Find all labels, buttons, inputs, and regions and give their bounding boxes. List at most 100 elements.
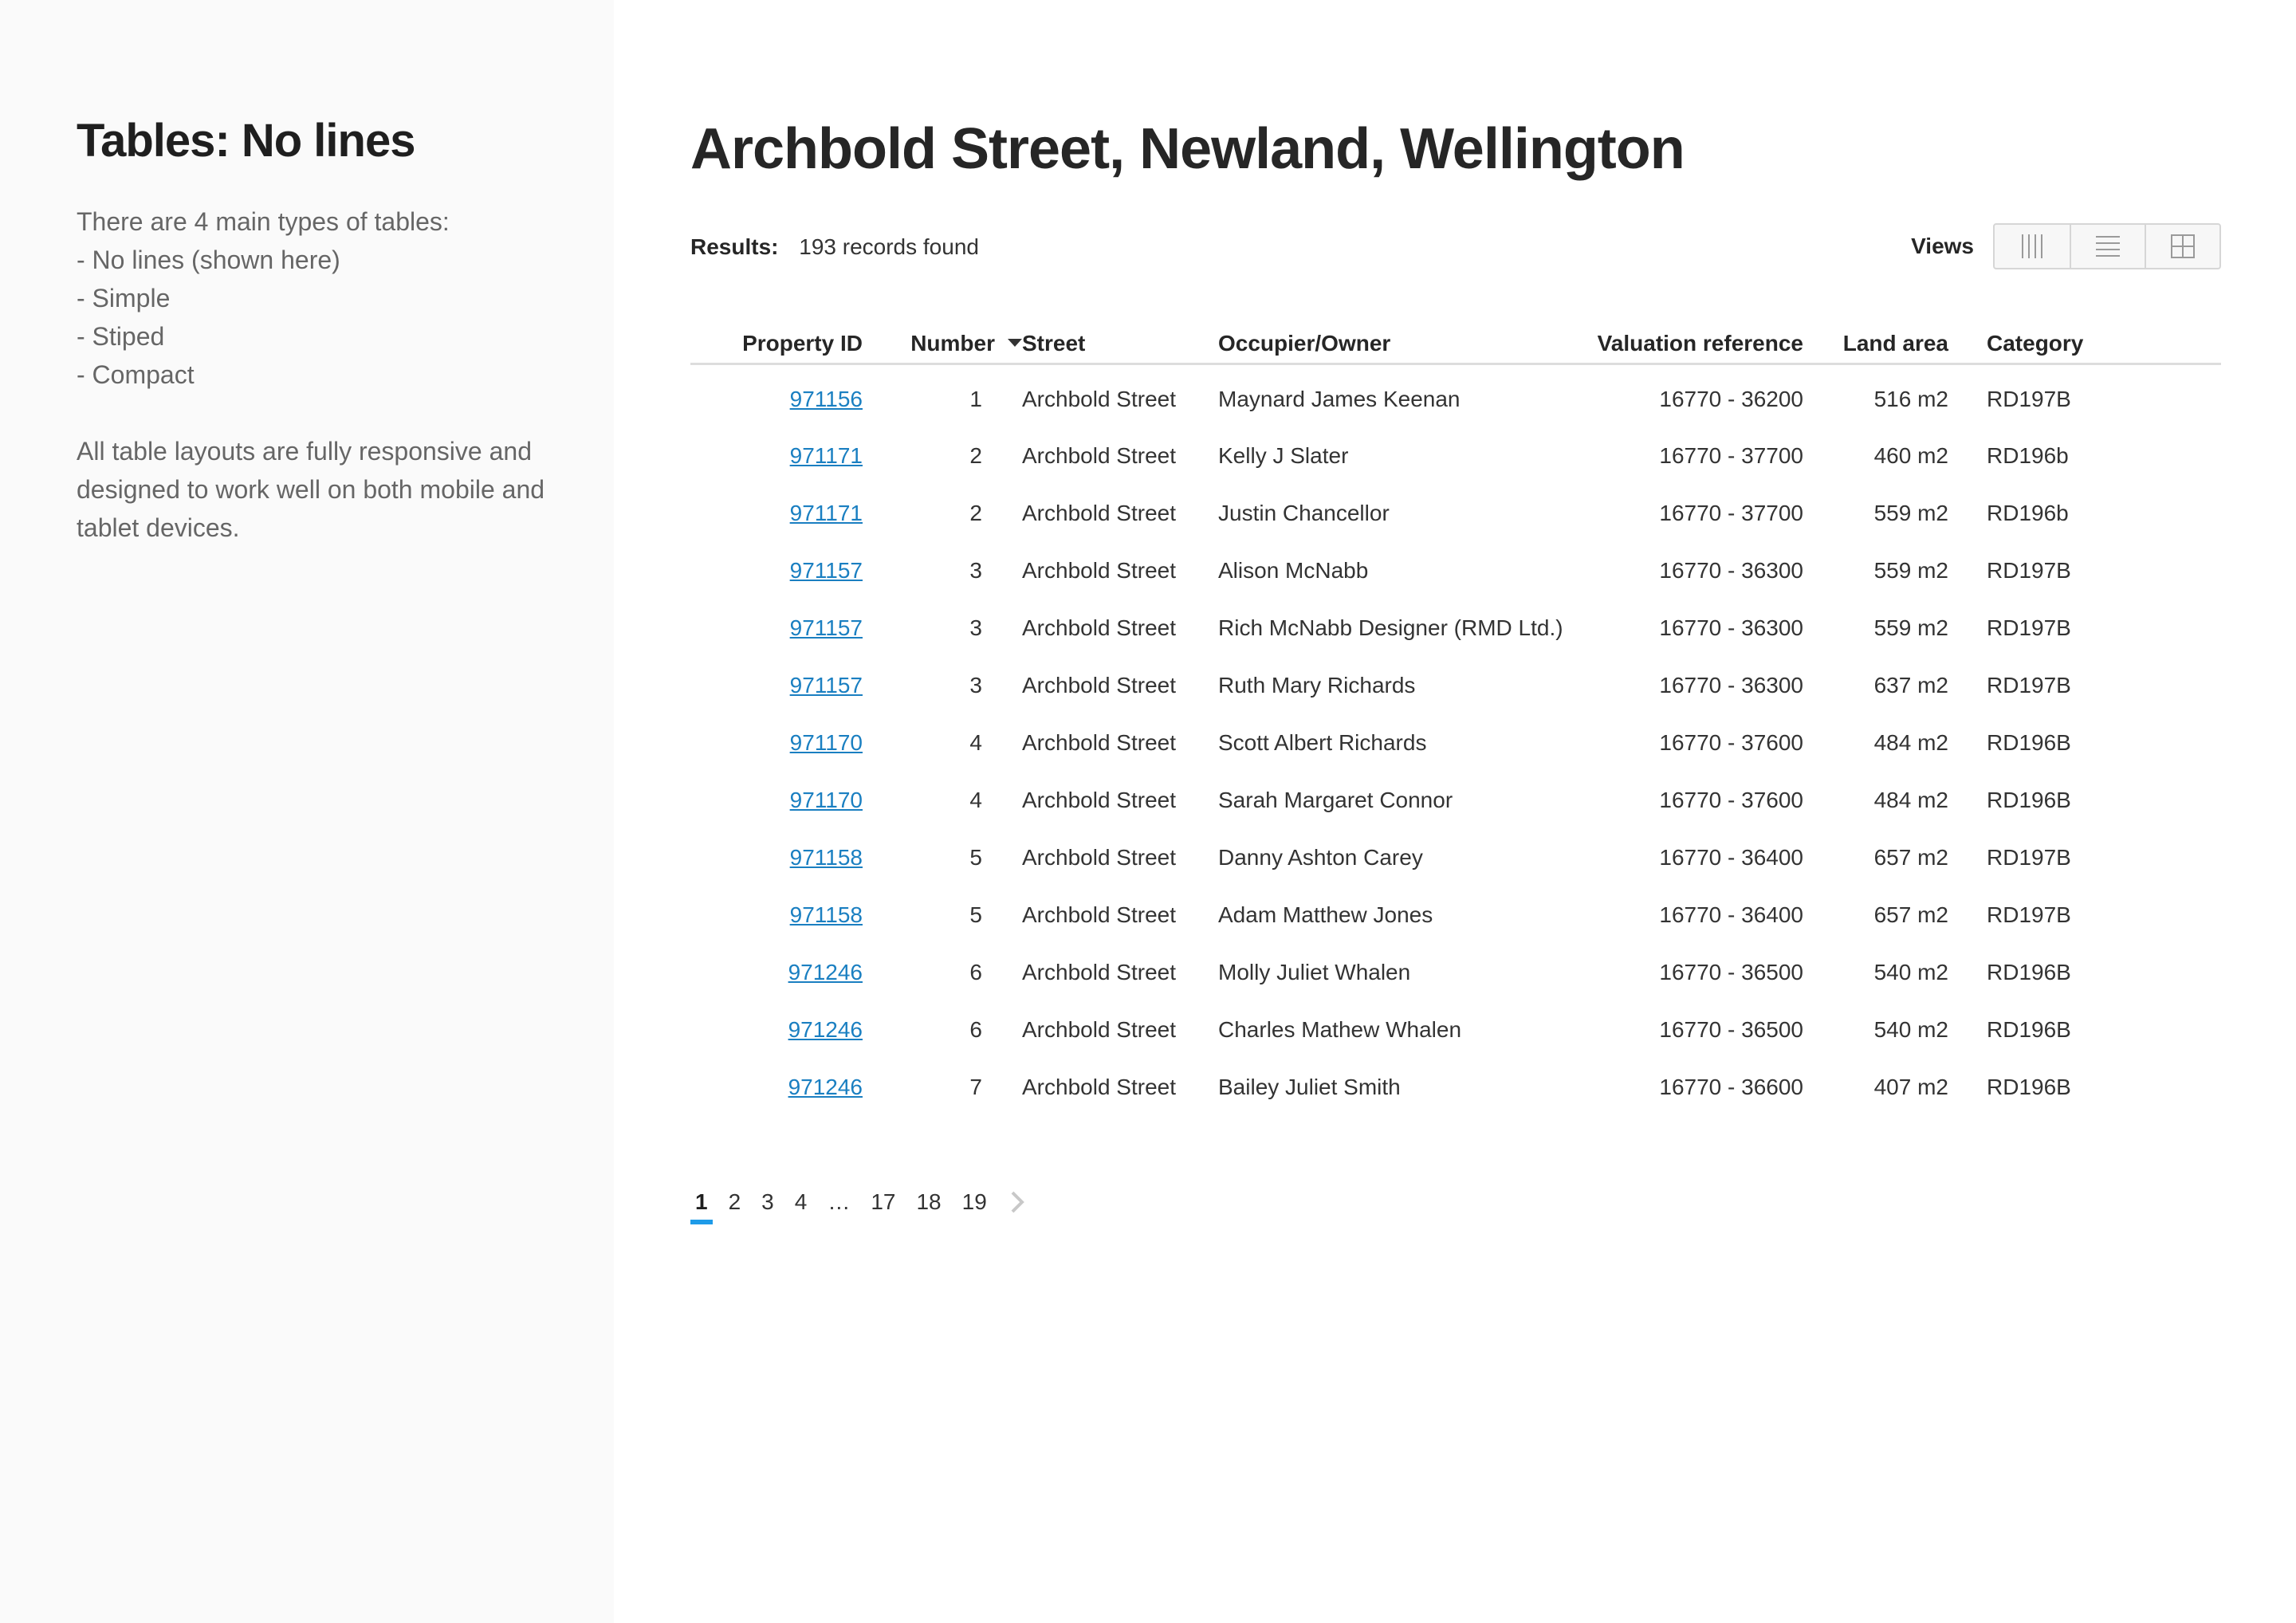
cell-category: RD197B — [1987, 673, 2071, 698]
cell-land-area: 484 m2 — [1873, 730, 1948, 755]
cell-property-id: 971158 — [690, 886, 863, 944]
pagination-page[interactable]: 2 — [724, 1188, 746, 1228]
columns-view-button[interactable] — [1995, 225, 2070, 268]
cell-land-area: 540 m2 — [1873, 960, 1948, 984]
pagination-page[interactable]: 17 — [866, 1188, 900, 1228]
pagination-page[interactable]: 3 — [757, 1188, 779, 1228]
sidebar-note: All table layouts are fully responsive a… — [77, 437, 545, 542]
cell-land-area: 516 m2 — [1873, 386, 1948, 411]
cell-occupier: Adam Matthew Jones — [1218, 902, 1433, 927]
results-count: 193 records found — [799, 234, 979, 259]
cell-number: 3 — [969, 558, 982, 583]
views-label: Views — [1911, 234, 1974, 258]
cell-property-id: 971246 — [690, 1001, 863, 1059]
pagination-page[interactable]: 18 — [911, 1188, 946, 1228]
sidebar-intro-line: - No lines (shown here) — [77, 246, 340, 274]
cell-occupier: Rich McNabb Designer (RMD Ltd.) — [1218, 615, 1563, 640]
column-header-category[interactable]: Category — [1987, 325, 2221, 365]
cell-property-id: 971246 — [690, 944, 863, 1001]
property-id-link[interactable]: 971170 — [790, 788, 863, 812]
cell-property-id: 971157 — [690, 542, 863, 599]
property-id-link[interactable]: 971171 — [790, 443, 863, 468]
cell-street: Archbold Street — [1022, 730, 1176, 755]
results-label: Results: — [690, 234, 779, 259]
property-id-link[interactable]: 971246 — [788, 1075, 863, 1099]
property-id-link[interactable]: 971246 — [788, 1017, 863, 1042]
column-header-street[interactable]: Street — [1022, 325, 1218, 365]
grid-view-button[interactable] — [2145, 225, 2219, 268]
column-header-occupier[interactable]: Occupier/Owner — [1218, 325, 1594, 365]
cell-property-id: 971156 — [690, 364, 863, 427]
grid-view-icon — [2171, 234, 2195, 258]
pagination-page[interactable]: 19 — [957, 1188, 992, 1228]
column-header-number[interactable]: Number — [863, 325, 1022, 365]
cell-land-area: 559 m2 — [1873, 501, 1948, 525]
cell-number: 4 — [969, 788, 982, 812]
cell-valuation: 16770 - 36500 — [1659, 960, 1803, 984]
property-id-link[interactable]: 971171 — [790, 501, 863, 525]
page-title: Archbold Street, Newland, Wellington — [690, 117, 1685, 181]
table-row: 971157 3 Archbold Street Ruth Mary Richards… — [690, 657, 2221, 714]
property-id-link[interactable]: 971157 — [790, 615, 863, 640]
cell-valuation: 16770 - 36300 — [1659, 673, 1803, 698]
property-id-link[interactable]: 971158 — [790, 845, 863, 870]
cell-valuation: 16770 - 36300 — [1659, 558, 1803, 583]
cell-street: Archbold Street — [1022, 673, 1176, 698]
pagination-next-button[interactable] — [1009, 1188, 1025, 1216]
columns-view-icon — [2022, 234, 2042, 258]
cell-street: Archbold Street — [1022, 443, 1176, 468]
cell-property-id: 971171 — [690, 485, 863, 542]
column-header-valuation[interactable]: Valuation reference — [1594, 325, 1842, 365]
cell-property-id: 971170 — [690, 714, 863, 772]
cell-category: RD197B — [1987, 902, 2071, 927]
cell-occupier: Ruth Mary Richards — [1218, 673, 1416, 698]
list-view-button[interactable] — [2070, 225, 2145, 268]
pagination-page[interactable]: 4 — [790, 1188, 812, 1228]
views-button-group — [1993, 223, 2221, 269]
property-id-link[interactable]: 971157 — [790, 558, 863, 583]
cell-category: RD196B — [1987, 788, 2071, 812]
cell-number: 5 — [969, 845, 982, 870]
table-row: 971156 1 Archbold Street Maynard James Keen… — [690, 364, 2221, 427]
results-summary: Results: 193 records found — [690, 233, 979, 261]
column-header-land-area[interactable]: Land area — [1842, 325, 1987, 365]
column-header-property-id[interactable]: Property ID — [690, 325, 863, 365]
cell-category: RD197B — [1987, 386, 2071, 411]
table-row: 971171 2 Archbold Street Kelly J Slater 1677… — [690, 427, 2221, 485]
cell-number: 3 — [969, 673, 982, 698]
cell-occupier: Sarah Margaret Connor — [1218, 788, 1453, 812]
table-row: 971246 6 Archbold Street Molly Juliet Whale… — [690, 944, 2221, 1001]
cell-category: RD196B — [1987, 730, 2071, 755]
cell-land-area: 657 m2 — [1873, 845, 1948, 870]
cell-valuation: 16770 - 37600 — [1659, 788, 1803, 812]
cell-valuation: 16770 - 37700 — [1659, 501, 1803, 525]
list-view-icon — [2096, 236, 2120, 257]
cell-number: 3 — [969, 615, 982, 640]
table-body: 971156 1 Archbold Street Maynard James Keen… — [690, 364, 2221, 1116]
property-id-link[interactable]: 971157 — [790, 673, 863, 698]
property-id-link[interactable]: 971158 — [790, 902, 863, 927]
cell-land-area: 407 m2 — [1873, 1075, 1948, 1099]
property-id-link[interactable]: 971170 — [790, 730, 863, 755]
cell-valuation: 16770 - 36300 — [1659, 615, 1803, 640]
cell-land-area: 559 m2 — [1873, 558, 1948, 583]
sidebar-intro-line: There are 4 main types of tables: — [77, 207, 450, 236]
cell-category: RD197B — [1987, 615, 2071, 640]
cell-valuation: 16770 - 36600 — [1659, 1075, 1803, 1099]
cell-occupier: Danny Ashton Carey — [1218, 845, 1423, 870]
table-row: 971158 5 Archbold Street Adam Matthew Jones… — [690, 886, 2221, 944]
sidebar-title: Tables: No lines — [77, 115, 415, 167]
property-id-link[interactable]: 971156 — [790, 387, 863, 411]
table-row: 971157 3 Archbold Street Rich McNabb Design… — [690, 599, 2221, 657]
page: Tables: No lines There are 4 main types … — [0, 0, 2296, 1623]
cell-number: 2 — [969, 443, 982, 468]
cell-category: RD197B — [1987, 558, 2071, 583]
cell-property-id: 971157 — [690, 599, 863, 657]
table-row: 971246 7 Archbold Street Bailey Juliet Smit… — [690, 1059, 2221, 1116]
views-switcher: Views — [1911, 223, 2221, 269]
pagination-page[interactable]: 1 — [690, 1188, 713, 1228]
cell-street: Archbold Street — [1022, 902, 1176, 927]
cell-number: 6 — [969, 1017, 982, 1042]
property-id-link[interactable]: 971246 — [788, 960, 863, 984]
cell-valuation: 16770 - 36400 — [1659, 902, 1803, 927]
